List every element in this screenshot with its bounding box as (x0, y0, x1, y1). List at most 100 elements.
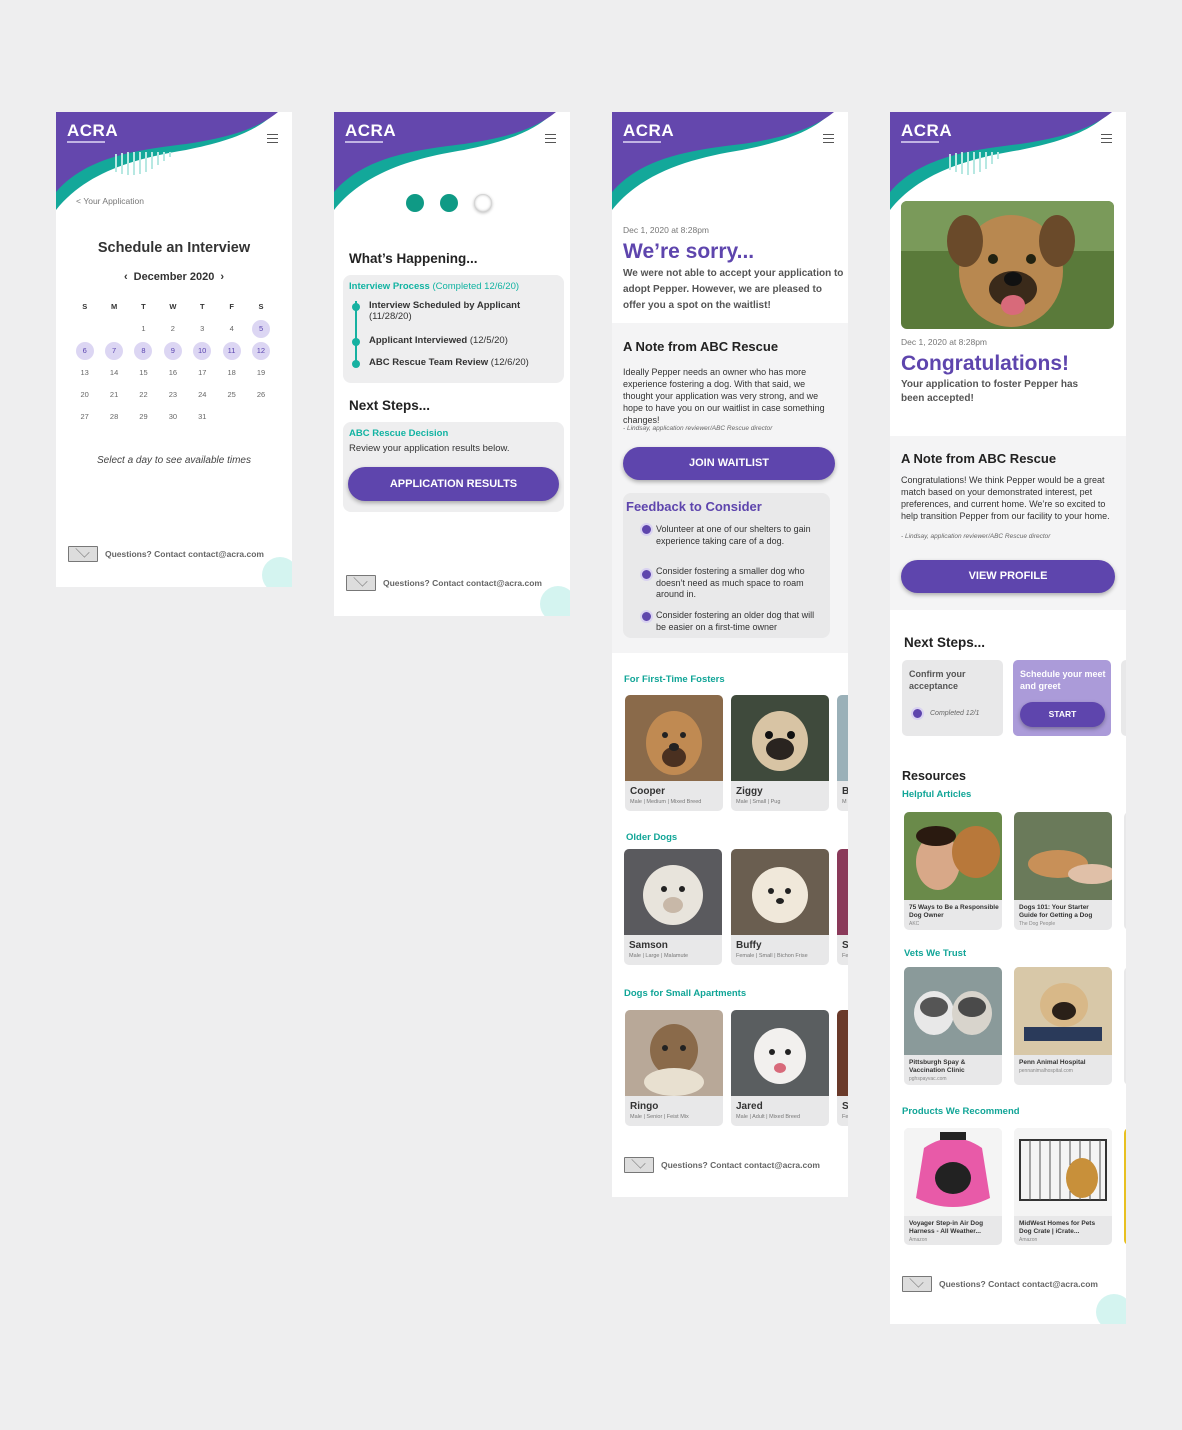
vet-card[interactable]: Penn Animal Hospital pennanimalhospital.… (1014, 967, 1112, 1085)
vet-card[interactable] (1124, 967, 1126, 1085)
contact-link[interactable]: Questions? Contact contact@acra.com (661, 1160, 820, 1170)
weekday-label: T (199, 302, 205, 311)
article-title: 75 Ways to Be a Responsible Dog Owner (909, 904, 999, 919)
calendar-day: 27 (80, 412, 89, 421)
contact-link[interactable]: Questions? Contact contact@acra.com (383, 578, 542, 588)
decision-card: ABC Rescue Decision Review your applicat… (343, 422, 564, 512)
dog-card[interactable]: Ziggy Male | Small | Pug (731, 695, 829, 811)
start-button[interactable]: START (1020, 702, 1105, 727)
contact-link[interactable]: Questions? Contact contact@acra.com (105, 549, 264, 559)
product-photo (1014, 1128, 1112, 1216)
available-day[interactable]: 5 (252, 320, 271, 338)
dog-name: Cooper (630, 786, 665, 797)
acra-logo[interactable]: ACRA (901, 122, 952, 139)
product-card[interactable]: Voyager Step-in Air Dog Harness - All We… (904, 1128, 1002, 1245)
dog-photo (731, 1010, 829, 1096)
dog-name: Buffy (736, 940, 762, 951)
dog-photo (624, 849, 722, 935)
calendar-day: 25 (227, 390, 236, 399)
hamburger-icon[interactable] (267, 134, 278, 143)
hamburger-icon[interactable] (1101, 134, 1112, 143)
back-link[interactable]: < Your Application (76, 196, 144, 206)
dog-card[interactable]: Jared Male | Adult | Mixed Breed (731, 1010, 829, 1126)
calendar-day: 29 (139, 412, 148, 421)
dog-card[interactable]: Buffy Female | Small | Bichon Frise (731, 849, 829, 965)
section-title: Next Steps... (904, 635, 986, 650)
next-month-icon[interactable]: › (220, 271, 224, 283)
application-results-button[interactable]: APPLICATION RESULTS (348, 467, 559, 501)
application-status-screen: ACRA What’s Happening... Interview Proce… (334, 112, 570, 616)
dog-details: Fe (842, 1114, 848, 1120)
result-subtitle: Your application to foster Pepper has be… (901, 379, 1079, 404)
calendar: S M T W T F S 1234 5 6 7 8 9 10 11 12 13 14 15 16… (70, 296, 290, 428)
section-title: Vets We Trust (904, 948, 967, 959)
header-wave: ACRA (612, 112, 848, 222)
calendar-day: 21 (109, 390, 119, 399)
contact-link[interactable]: Questions? Contact contact@acra.com (939, 1279, 1098, 1289)
step-dot-current (474, 194, 492, 212)
prev-month-icon[interactable]: ‹ (124, 271, 128, 283)
dog-details: Female | Small | Bichon Frise (736, 953, 808, 959)
dog-photo (731, 695, 829, 781)
acra-logo[interactable]: ACRA (623, 122, 674, 139)
dog-details: Male | Medium | Mixed Breed (630, 799, 702, 805)
acra-logo[interactable]: ACRA (67, 122, 118, 139)
timeline-step: ABC Rescue Team Review (12/6/20) (369, 357, 529, 368)
decorative-corner (1096, 1294, 1126, 1324)
view-profile-button[interactable]: VIEW PROFILE (901, 560, 1115, 593)
dog-card[interactable]: Samson Male | Large | Malamute (624, 849, 722, 965)
product-card[interactable] (1124, 1128, 1126, 1245)
check-icon (911, 707, 924, 720)
weekday-label: S (258, 302, 264, 311)
dog-card[interactable]: S Fe (837, 849, 848, 965)
available-day[interactable]: 9 (163, 342, 182, 360)
calendar-day: 20 (80, 390, 89, 399)
page-title: Congratulations! (901, 352, 1069, 375)
vet-name: Pittsburgh Spay & Vaccination Clinic (909, 1059, 966, 1074)
available-day[interactable]: 7 (105, 342, 124, 360)
pepper-photo (901, 201, 1114, 329)
note-title: A Note from ABC Rescue (623, 339, 779, 354)
step-dot-complete (406, 194, 424, 212)
step-dot-complete (440, 194, 458, 212)
hamburger-icon[interactable] (823, 134, 834, 143)
hamburger-icon[interactable] (545, 134, 556, 143)
weekday-label: F (229, 302, 234, 311)
calendar-day: 18 (227, 368, 236, 377)
feedback-item: Consider fostering an older dog that wil… (656, 610, 815, 632)
calendar-day: 3 (200, 324, 205, 333)
note-text: Congratulations! We think Pepper would b… (901, 475, 1110, 521)
article-card[interactable]: Dogs 101: Your Starter Guide for Getting… (1014, 812, 1112, 930)
calendar-day: 26 (256, 390, 266, 399)
feedback-title: Feedback to Consider (626, 499, 762, 514)
article-card[interactable]: 75 Ways to Be a Responsible Dog Owner AK… (904, 812, 1002, 930)
join-waitlist-button[interactable]: JOIN WAITLIST (623, 447, 835, 480)
available-day[interactable]: 6 (75, 342, 94, 360)
acra-logo[interactable]: ACRA (345, 122, 396, 139)
vet-card[interactable]: Pittsburgh Spay & Vaccination Clinic pgh… (904, 967, 1002, 1085)
available-day[interactable]: 12 (251, 342, 270, 360)
decision-text: Review your application results below. (349, 443, 510, 454)
dog-card[interactable]: Cooper Male | Medium | Mixed Breed (625, 695, 723, 811)
article-card[interactable] (1124, 812, 1126, 930)
available-day[interactable]: 10 (193, 342, 212, 360)
step-title: Confirm your acceptance (909, 669, 966, 691)
calendar-day: 19 (256, 368, 266, 377)
available-day[interactable]: 11 (222, 342, 241, 360)
vet-website: pghspayvac.com (909, 1076, 947, 1082)
page-title: Schedule an Interview (97, 240, 251, 256)
vet-website: pennanimalhospital.com (1019, 1068, 1073, 1074)
schedule-interview-screen: ACRA < Your Application Schedule an Inte… (56, 112, 292, 587)
available-day[interactable]: 8 (134, 342, 153, 360)
dog-card[interactable]: S Fe (837, 1010, 848, 1126)
calendar-day: 16 (168, 368, 178, 377)
dog-card[interactable]: Ringo Male | Senior | Feist Mix (625, 1010, 723, 1126)
dog-photo (731, 849, 829, 935)
calendar-week: 13 14 15 16 17 18 19 (70, 362, 290, 384)
dog-card[interactable]: B M (837, 695, 848, 811)
dog-details: Male | Small | Pug (736, 799, 781, 805)
vet-photo (1014, 967, 1112, 1055)
timestamp: Dec 1, 2020 at 8:28pm (623, 225, 710, 235)
product-card[interactable]: MidWest Homes for Pets Dog Crate | iCrat… (1014, 1128, 1112, 1245)
article-source: The Dog People (1019, 921, 1056, 927)
